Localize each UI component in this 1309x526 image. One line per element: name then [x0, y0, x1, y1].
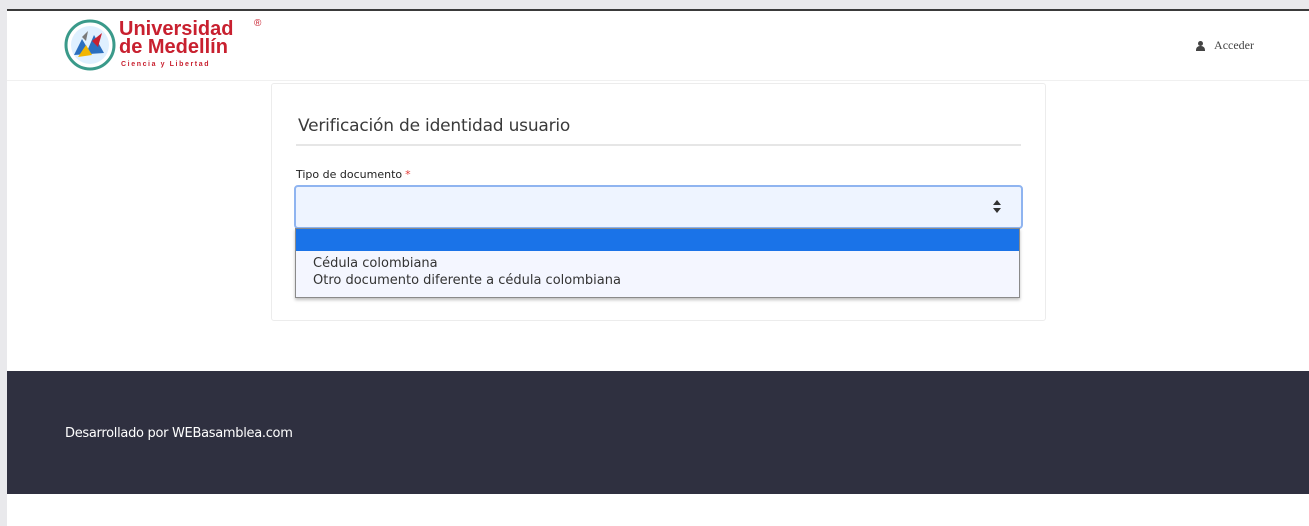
university-logo[interactable]: Universidad ® de Medellín Ciencia y Libe…	[64, 15, 274, 77]
title-divider	[296, 144, 1021, 146]
window-top-edge	[0, 0, 1309, 11]
user-icon	[1196, 40, 1206, 51]
option-empty[interactable]	[296, 229, 1019, 251]
card-title: Verificación de identidad usuario	[298, 116, 571, 136]
option-cedula-colombiana[interactable]: Cédula colombiana	[296, 255, 1019, 272]
select-arrows-icon	[993, 199, 1001, 215]
document-type-options-list[interactable]: Cédula colombiana Otro documento diferen…	[295, 228, 1020, 298]
window-left-edge	[0, 0, 7, 526]
footer: Desarrollado por WEBasamblea.com	[7, 371, 1309, 494]
login-label: Acceder	[1214, 38, 1254, 52]
navbar: Universidad ® de Medellín Ciencia y Libe…	[7, 11, 1309, 81]
document-type-label-text: Tipo de documento	[296, 168, 403, 181]
document-type-select[interactable]	[294, 185, 1023, 229]
footer-credit: Desarrollado por WEBasamblea.com	[65, 426, 293, 441]
logo-registered-mark: ®	[254, 18, 262, 29]
university-emblem-icon	[64, 19, 116, 71]
required-mark: *	[405, 168, 411, 181]
login-link[interactable]: Acceder	[1196, 38, 1254, 53]
document-type-label: Tipo de documento *	[296, 168, 411, 181]
logo-name-line2: de Medellín	[119, 36, 228, 58]
option-otro-documento[interactable]: Otro documento diferente a cédula colomb…	[296, 272, 1019, 289]
logo-tagline: Ciencia y Libertad	[121, 61, 211, 68]
